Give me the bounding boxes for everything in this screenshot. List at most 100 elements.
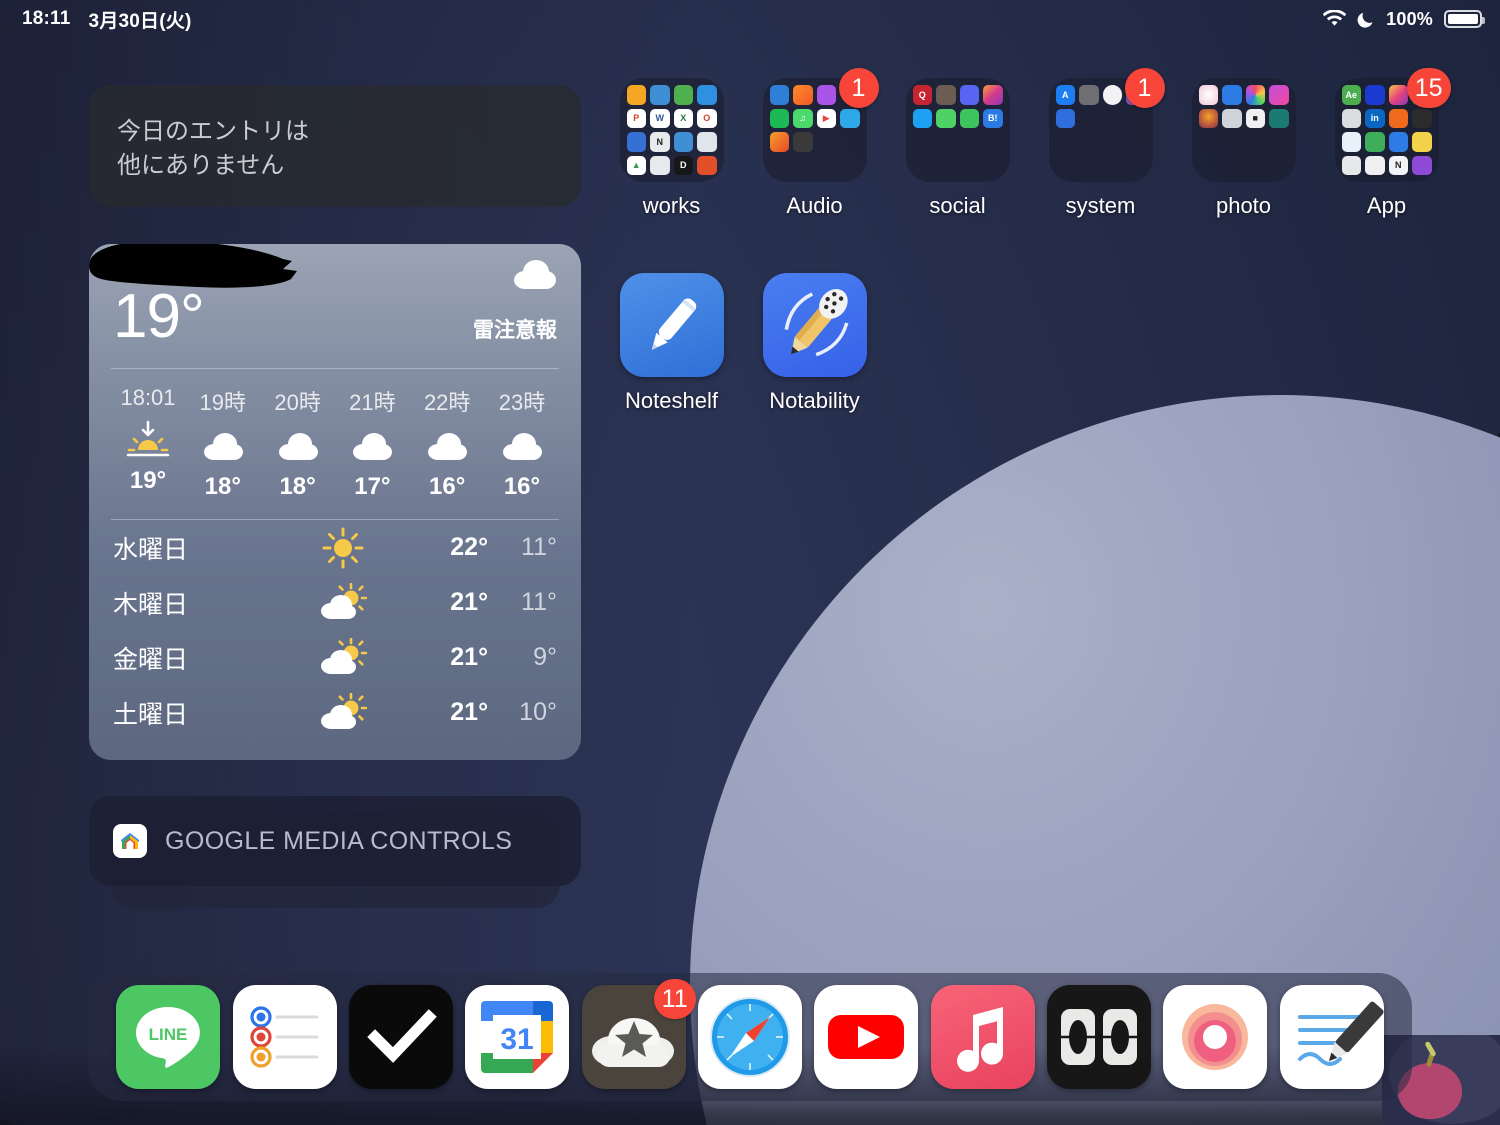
- do-not-disturb-moon-icon: [1357, 10, 1375, 28]
- notability-icon[interactable]: [762, 273, 867, 377]
- google-home-widget-wrap: GOOGLE MEDIA CONTROLS: [89, 796, 581, 908]
- mini-icon: Q: [912, 85, 932, 105]
- mini-icon: [983, 85, 1003, 105]
- mini-icon: N: [650, 132, 670, 152]
- mini-icon: [817, 132, 837, 152]
- folder-system[interactable]: 1 A system: [1029, 68, 1172, 219]
- mini-icon: [1388, 108, 1408, 128]
- youtube-play-icon[interactable]: [814, 985, 919, 1089]
- mini-icon: [1102, 85, 1122, 105]
- dock-item-safari[interactable]: [697, 985, 802, 1089]
- mini-icon: [1199, 156, 1219, 176]
- circle-gradient-icon[interactable]: [1163, 985, 1268, 1089]
- mini-icon: [983, 156, 1003, 176]
- mini-icon: [817, 156, 837, 176]
- daily-day-label: 土曜日: [113, 700, 189, 729]
- dock-item-gradient-circle[interactable]: [1163, 985, 1268, 1089]
- music-note-icon[interactable]: [930, 985, 1035, 1089]
- mini-icon: ♫: [793, 108, 813, 128]
- folder-label: photo: [1215, 193, 1272, 218]
- mini-icon: [1222, 156, 1242, 176]
- mini-icon: [959, 85, 979, 105]
- hourly-item: 20時 18°: [263, 385, 333, 501]
- daily-day-label: 木曜日: [113, 590, 189, 619]
- mini-icon: [1222, 108, 1242, 128]
- google-home-widget[interactable]: GOOGLE MEDIA CONTROLS: [89, 796, 581, 886]
- checkmark-icon[interactable]: [348, 985, 453, 1089]
- mini-icon: [936, 132, 956, 152]
- mini-icon: [1246, 156, 1266, 176]
- folder-icon-photo[interactable]: ■: [1191, 78, 1296, 182]
- mini-icon: [1126, 156, 1146, 176]
- dock-item-hatena[interactable]: 11: [581, 979, 696, 1089]
- dock-item-flip-clock[interactable]: [1047, 985, 1152, 1089]
- calendar-31-icon[interactable]: 31: [465, 985, 570, 1089]
- google-home-widget-title: GOOGLE MEDIA CONTROLS: [165, 826, 513, 855]
- folder-icon-audio[interactable]: 1 ♪ ♫ ▶: [762, 68, 879, 182]
- mini-icon: [1055, 108, 1075, 128]
- dock-item-line[interactable]: LINE: [116, 985, 221, 1089]
- notes-pencil-icon[interactable]: [1279, 985, 1384, 1089]
- line-icon[interactable]: LINE: [116, 985, 221, 1089]
- dock-item-youtube[interactable]: [814, 985, 919, 1089]
- mini-icon: [1126, 109, 1146, 129]
- calendar-widget[interactable]: 今日のエントリは 他にありません: [89, 85, 581, 207]
- folder-icon-app[interactable]: 15 Ae in N: [1334, 68, 1451, 182]
- status-bar-right: 100%: [1322, 8, 1485, 30]
- weather-widget-header: 19° 雷注意報: [89, 244, 559, 364]
- daily-high: 21°: [450, 588, 489, 616]
- dock-item-notes-writing[interactable]: [1279, 985, 1384, 1089]
- folder-app[interactable]: 15 Ae in N App: [1315, 68, 1458, 219]
- mini-icon: X: [673, 108, 693, 128]
- folder-icon-system[interactable]: 1 A: [1048, 68, 1165, 182]
- dock-item-music[interactable]: [930, 985, 1035, 1089]
- mini-icon: [1412, 155, 1432, 175]
- folder-works[interactable]: P W X O N ▲ D works: [600, 70, 743, 219]
- folder-label: Audio: [786, 193, 843, 218]
- cloud-icon: [276, 423, 320, 469]
- calendar-widget-line1: 今日のエントリは: [117, 118, 309, 145]
- mini-icon: [1103, 156, 1123, 176]
- mini-icon: [936, 85, 956, 105]
- flip-clock-icon[interactable]: [1047, 985, 1152, 1089]
- noteshelf-icon[interactable]: [619, 273, 724, 377]
- battery-percent-label: 100%: [1386, 8, 1433, 29]
- mini-icon: [1341, 155, 1361, 175]
- folder-social[interactable]: Q B! social: [886, 70, 1029, 219]
- mini-icon: Ae: [1341, 85, 1361, 105]
- reminders-icon[interactable]: [232, 985, 337, 1089]
- hourly-temp: 19°: [129, 467, 167, 494]
- mini-icon: [1056, 156, 1076, 176]
- mini-icon: [793, 85, 813, 105]
- hourly-item: 19時 18°: [188, 385, 258, 501]
- folder-audio[interactable]: 1 ♪ ♫ ▶ Audio: [743, 68, 886, 219]
- mini-icon: [913, 132, 933, 152]
- partly-cloudy-icon: [285, 637, 400, 678]
- hourly-temp: 18°: [204, 473, 241, 500]
- folder-icon-social[interactable]: Q B!: [905, 78, 1010, 182]
- mini-icon: [769, 132, 789, 152]
- hourly-temp: 16°: [429, 473, 466, 500]
- mini-icon: [793, 132, 813, 152]
- daily-low: 10°: [519, 698, 557, 726]
- mini-icon: [1079, 156, 1099, 176]
- mini-icon: N: [1388, 155, 1408, 175]
- weather-widget[interactable]: 19° 雷注意報 18:01 19° 19時 18° 20時 18° 21時 1…: [89, 244, 581, 760]
- folder-label: social: [929, 193, 986, 218]
- mini-icon: [1365, 85, 1385, 105]
- app-notability[interactable]: Notability: [743, 265, 886, 414]
- status-time: 18:11: [22, 8, 71, 29]
- folder-label: App: [1366, 193, 1407, 218]
- folder-badge: 15: [1406, 68, 1451, 108]
- app-noteshelf[interactable]: Noteshelf: [600, 265, 743, 414]
- mini-icon: [1199, 132, 1219, 152]
- weather-alert-label: 雷注意報: [473, 319, 557, 342]
- folder-icon-works[interactable]: P W X O N ▲ D: [619, 78, 724, 182]
- dock-item-things[interactable]: [348, 985, 453, 1089]
- dock-item-reminders[interactable]: [232, 985, 337, 1089]
- mini-icon: [1126, 132, 1146, 152]
- safari-compass-icon[interactable]: [697, 985, 802, 1089]
- mini-icon: [650, 85, 670, 105]
- folder-photo[interactable]: ■ photo: [1172, 70, 1315, 219]
- dock-item-google-calendar[interactable]: 31: [465, 985, 570, 1089]
